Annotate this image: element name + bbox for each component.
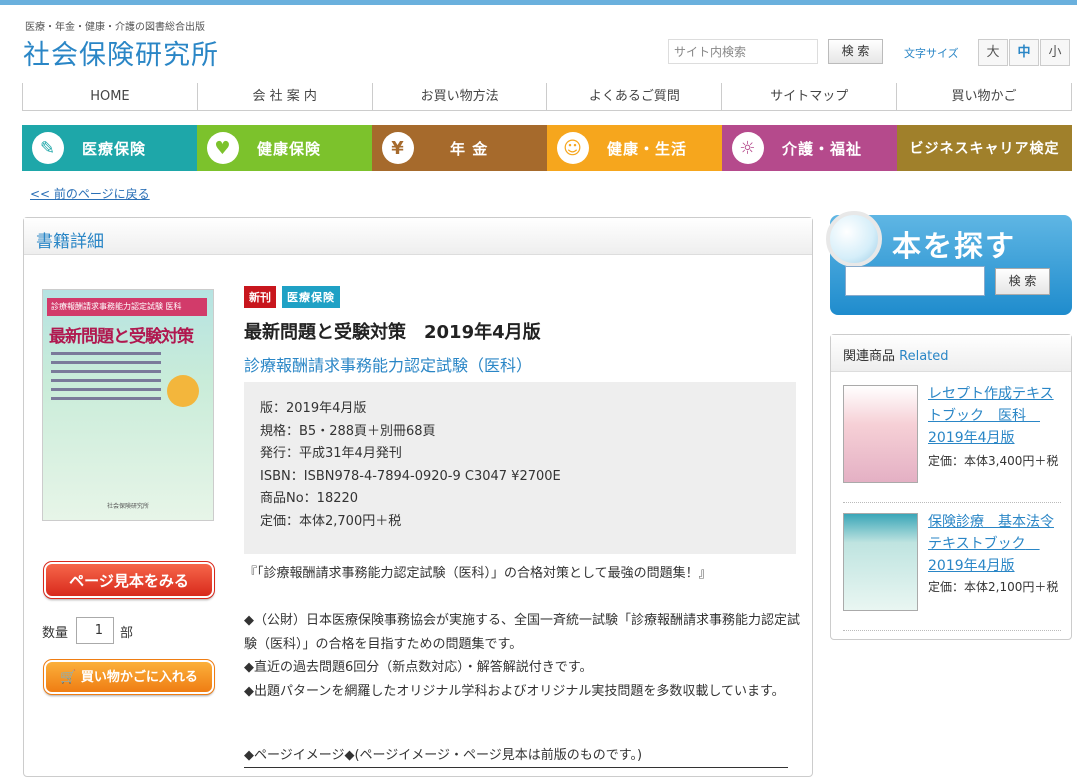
category-label: 年 金 [450, 139, 489, 158]
book-search-title: 本を探す [892, 229, 1017, 263]
font-size-label: 文字サイズ [904, 47, 959, 60]
desc-line: ◆（公財）日本医療保険事務協会が実施する、全国一斉統一試験「診療報酬請求事務能力… [244, 613, 800, 652]
page-image-note: ◆ページイメージ◆(ページイメージ・ページ見本は前版のものです。) [244, 744, 788, 768]
site-search-button[interactable]: 検 索 [828, 39, 883, 64]
book-search-box: 本を探す 検 索 [826, 211, 1072, 315]
spec-price: 定価：本体2,700円＋税 [260, 513, 402, 529]
book-search-button[interactable]: 検 索 [995, 268, 1050, 295]
quantity-input[interactable]: 1 [76, 617, 114, 644]
heart-icon: ♥ [207, 132, 239, 164]
related-title: 関連商品 Related [831, 335, 1071, 372]
cover-title: 最新問題と受験対策 [49, 327, 194, 347]
related-item-price: 定価：本体3,400円＋税 [928, 454, 1059, 468]
category-health-life[interactable]: ☺ 健康・生活 [547, 125, 722, 171]
book-description: 『「診療報酬請求事務能力認定試験（医科）」の合格対策として最強の問題集！』 ◆（… [244, 562, 804, 703]
add-to-cart-button[interactable]: 🛒 買い物かごに入れる [43, 659, 215, 695]
back-link[interactable]: << 前のページに戻る [30, 185, 150, 202]
book-search-input[interactable] [845, 266, 985, 296]
desc-line: ◆直近の過去問題6回分（新点数対応）・解答解説付きです。 [244, 660, 593, 675]
spec-published: 発行：平成31年4月発刊 [260, 446, 402, 461]
nav-company[interactable]: 会 社 案 内 [196, 83, 372, 110]
category-label: 健康・生活 [607, 139, 688, 158]
nav-faq[interactable]: よくあるご質問 [546, 83, 721, 110]
book-subtitle: 診療報酬請求事務能力認定試験（医科） [244, 356, 533, 375]
category-medical-insurance[interactable]: ✎ 医療保険 [22, 125, 197, 171]
category-business-career[interactable]: ビジネスキャリア検定 [897, 125, 1072, 171]
cover-lines [51, 352, 161, 406]
book-tags: 新刊 医療保険 [244, 286, 340, 308]
book-specs: 版：2019年4月版 規格：B5・288頁＋別冊68頁 発行：平成31年4月発刊… [244, 382, 796, 554]
spec-edition: 版：2019年4月版 [260, 401, 367, 416]
spec-format: 規格：B5・288頁＋別冊68頁 [260, 423, 436, 439]
spec-isbn: ISBN：ISBN978-4-7894-0920-9 C3047 ¥2700E [260, 468, 561, 484]
category-label: ビジネスキャリア検定 [909, 141, 1060, 157]
category-pension[interactable]: ¥ 年 金 [372, 125, 547, 171]
panel-title: 書籍詳細 [24, 218, 812, 255]
panel-body: 診療報酬請求事務能力認定試験 医科 最新問題と受験対策 社会保険研究所 ページ見… [24, 255, 812, 776]
page-preview-button[interactable]: ページ見本をみる [43, 561, 215, 599]
category-health-insurance[interactable]: ♥ 健康保険 [197, 125, 372, 171]
desc-line: ◆出題パターンを網羅したオリジナル学科およびオリジナル実技問題を多数収載していま… [244, 683, 785, 699]
nav-home[interactable]: HOME [22, 83, 197, 110]
category-label: 医療保険 [82, 139, 147, 158]
desc-line [244, 586, 804, 610]
smile-icon: ☺ [557, 132, 589, 164]
related-item-price: 定価：本体2,100円＋税 [928, 580, 1059, 594]
cover-badge [167, 375, 199, 407]
quantity-unit: 部 [120, 626, 134, 641]
care-icon: ☼ [732, 132, 764, 164]
nav-sitemap[interactable]: サイトマップ [721, 83, 896, 110]
related-products: 関連商品 Related レセプト作成テキストブック 医科 2019年4月版 定… [830, 334, 1072, 640]
global-nav: HOME 会 社 案 内 お買い物方法 よくあるご質問 サイトマップ 買い物かご [22, 83, 1072, 111]
book-cover-image: 診療報酬請求事務能力認定試験 医科 最新問題と受験対策 社会保険研究所 [42, 289, 214, 521]
category-badge: 医療保険 [282, 286, 340, 308]
font-size-large-button[interactable]: 大 [978, 39, 1008, 66]
cart-icon: 🛒 [60, 670, 77, 685]
add-to-cart-label: 買い物かごに入れる [80, 670, 198, 685]
magnifier-icon [826, 211, 882, 267]
font-size-small-button[interactable]: 小 [1040, 39, 1070, 66]
font-size-medium-button[interactable]: 中 [1009, 39, 1039, 66]
nav-how-to-buy[interactable]: お買い物方法 [371, 83, 547, 110]
yen-icon: ¥ [382, 132, 414, 164]
syringe-icon: ✎ [32, 132, 64, 164]
desc-line: 『「診療報酬請求事務能力認定試験（医科）」の合格対策として最強の問題集！』 [244, 566, 712, 581]
related-cover-image[interactable] [843, 513, 918, 611]
related-title-en: Related [899, 349, 949, 364]
site-logo[interactable]: 社会保険研究所 [23, 33, 219, 72]
category-label: 健康保険 [257, 139, 322, 158]
site-tagline: 医療・年金・健康・介護の図書総合出版 [25, 22, 205, 33]
site-search-input[interactable]: サイト内検索 [668, 39, 818, 64]
nav-cart[interactable]: 買い物かご [896, 83, 1072, 110]
related-title-ja: 関連商品 [843, 349, 896, 364]
new-badge: 新刊 [244, 286, 276, 308]
related-item-link[interactable]: 保険診療 基本法令テキストブック 2019年4月版 [928, 511, 1060, 577]
category-nav: ✎ 医療保険 ♥ 健康保険 ¥ 年 金 ☺ 健康・生活 ☼ 介護・福祉 ビジネス… [22, 125, 1072, 171]
related-item-link[interactable]: レセプト作成テキストブック 医科 2019年4月版 [928, 383, 1060, 449]
site-header: 医療・年金・健康・介護の図書総合出版 社会保険研究所 サイト内検索 検 索 文字… [0, 5, 1077, 83]
cover-publisher: 社会保険研究所 [106, 503, 149, 510]
book-detail-panel: 書籍詳細 診療報酬請求事務能力認定試験 医科 最新問題と受験対策 社会保険研究所… [23, 217, 813, 777]
related-cover-image[interactable] [843, 385, 918, 483]
spec-product-no: 商品No：18220 [260, 491, 359, 506]
book-title: 最新問題と受験対策 2019年4月版 [244, 322, 541, 343]
cover-bar: 診療報酬請求事務能力認定試験 医科 [47, 298, 207, 316]
category-label: 介護・福祉 [782, 139, 863, 158]
category-care-welfare[interactable]: ☼ 介護・福祉 [722, 125, 897, 171]
quantity-label: 数量 [42, 626, 69, 641]
related-item: 保険診療 基本法令テキストブック 2019年4月版 定価：本体2,100円＋税 [843, 503, 1061, 631]
related-item: レセプト作成テキストブック 医科 2019年4月版 定価：本体3,400円＋税 [843, 375, 1061, 503]
